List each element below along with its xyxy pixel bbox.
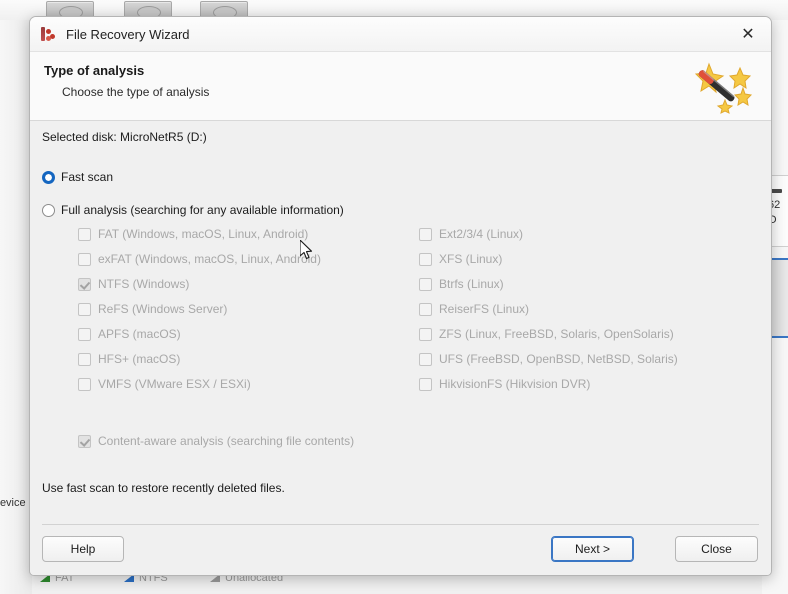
- checkbox-indicator: [419, 352, 432, 366]
- close-icon[interactable]: ✕: [725, 17, 771, 50]
- page-title: Type of analysis: [44, 63, 145, 78]
- checkbox-exfat[interactable]: exFAT (Windows, macOS, Linux, Android): [78, 252, 321, 266]
- checkbox-hfsplus[interactable]: HFS+ (macOS): [78, 352, 180, 366]
- checkbox-label: APFS (macOS): [98, 327, 181, 341]
- checkbox-fat[interactable]: FAT (Windows, macOS, Linux, Android): [78, 227, 308, 241]
- checkbox-indicator: [78, 227, 91, 241]
- checkbox-ufs[interactable]: UFS (FreeBSD, OpenBSD, NetBSD, Solaris): [419, 352, 678, 366]
- checkbox-indicator: [419, 227, 432, 241]
- checkbox-indicator: [78, 252, 91, 266]
- checkbox-label: XFS (Linux): [439, 252, 503, 266]
- close-button[interactable]: Close: [675, 536, 758, 562]
- checkbox-label: NTFS (Windows): [98, 277, 190, 291]
- checkbox-reiserfs[interactable]: ReiserFS (Linux): [419, 302, 529, 316]
- checkbox-apfs[interactable]: APFS (macOS): [78, 327, 181, 341]
- checkbox-label: ZFS (Linux, FreeBSD, Solaris, OpenSolari…: [439, 327, 674, 341]
- checkbox-label: FAT (Windows, macOS, Linux, Android): [98, 227, 309, 241]
- dialog-body: Selected disk: MicroNetR5 (D:) Fast scan…: [30, 121, 771, 525]
- checkbox-indicator: [419, 252, 432, 266]
- checkbox-content-aware-analysis[interactable]: Content-aware analysis (searching file c…: [78, 434, 354, 448]
- checkbox-hikvisionfs[interactable]: HikvisionFS (Hikvision DVR): [419, 377, 590, 391]
- device-label: Device: [0, 497, 26, 509]
- radio-label-fast-scan: Fast scan: [61, 170, 114, 184]
- checkbox-label: HFS+ (macOS): [98, 352, 181, 366]
- checkbox-label: HikvisionFS (Hikvision DVR): [439, 377, 591, 391]
- radio-indicator-fast-scan: [42, 170, 55, 184]
- hint-text: Use fast scan to restore recently delete…: [42, 481, 285, 495]
- radio-indicator-full-analysis: [42, 203, 55, 217]
- dialog-footer: Help Next > Close: [30, 525, 771, 575]
- checkbox-indicator: [419, 327, 432, 341]
- checkbox-refs[interactable]: ReFS (Windows Server): [78, 302, 227, 316]
- file-recovery-wizard-dialog: File Recovery Wizard ✕ Type of analysis …: [29, 16, 772, 576]
- checkbox-indicator: [78, 277, 91, 291]
- checkbox-indicator: [419, 377, 432, 391]
- checkbox-label: Btrfs (Linux): [439, 277, 504, 291]
- checkbox-label: Ext2/3/4 (Linux): [439, 227, 524, 241]
- dialog-title: File Recovery Wizard: [66, 26, 190, 42]
- selected-disk-label: Selected disk: MicroNetR5 (D:): [42, 130, 207, 144]
- checkbox-vmfs[interactable]: VMFS (VMware ESX / ESXi): [78, 377, 251, 391]
- radio-label-full-analysis: Full analysis (searching for any availab…: [61, 203, 344, 217]
- checkbox-xfs[interactable]: XFS (Linux): [419, 252, 502, 266]
- checkbox-label: ReFS (Windows Server): [98, 302, 228, 316]
- checkbox-indicator: [419, 302, 432, 316]
- checkbox-label: ReiserFS (Linux): [439, 302, 530, 316]
- page-subtitle: Choose the type of analysis: [62, 85, 210, 99]
- checkbox-indicator: [78, 352, 91, 366]
- next-button[interactable]: Next >: [551, 536, 634, 562]
- checkbox-indicator: [78, 327, 91, 341]
- checkbox-indicator: [78, 377, 91, 391]
- help-button[interactable]: Help: [42, 536, 124, 562]
- radio-full-analysis[interactable]: Full analysis (searching for any availab…: [42, 203, 344, 217]
- checkbox-label: UFS (FreeBSD, OpenBSD, NetBSD, Solaris): [439, 352, 678, 366]
- checkbox-label: Content-aware analysis (searching file c…: [98, 434, 355, 448]
- radio-fast-scan[interactable]: Fast scan: [42, 170, 113, 184]
- dialog-titlebar[interactable]: File Recovery Wizard ✕: [30, 17, 771, 52]
- checkbox-ntfs[interactable]: NTFS (Windows): [78, 277, 189, 291]
- disk-card-dash: [771, 189, 782, 193]
- checkbox-zfs[interactable]: ZFS (Linux, FreeBSD, Solaris, OpenSolari…: [419, 327, 674, 341]
- checkbox-indicator: [419, 277, 432, 291]
- app-logo-icon: [41, 26, 57, 42]
- checkbox-ext234[interactable]: Ext2/3/4 (Linux): [419, 227, 523, 241]
- dialog-header: Type of analysis Choose the type of anal…: [30, 52, 771, 121]
- magic-wand-icon: [694, 62, 753, 114]
- checkbox-btrfs[interactable]: Btrfs (Linux): [419, 277, 504, 291]
- checkbox-indicator: [78, 434, 91, 448]
- checkbox-label: exFAT (Windows, macOS, Linux, Android): [98, 252, 321, 266]
- checkbox-label: VMFS (VMware ESX / ESXi): [98, 377, 251, 391]
- checkbox-indicator: [78, 302, 91, 316]
